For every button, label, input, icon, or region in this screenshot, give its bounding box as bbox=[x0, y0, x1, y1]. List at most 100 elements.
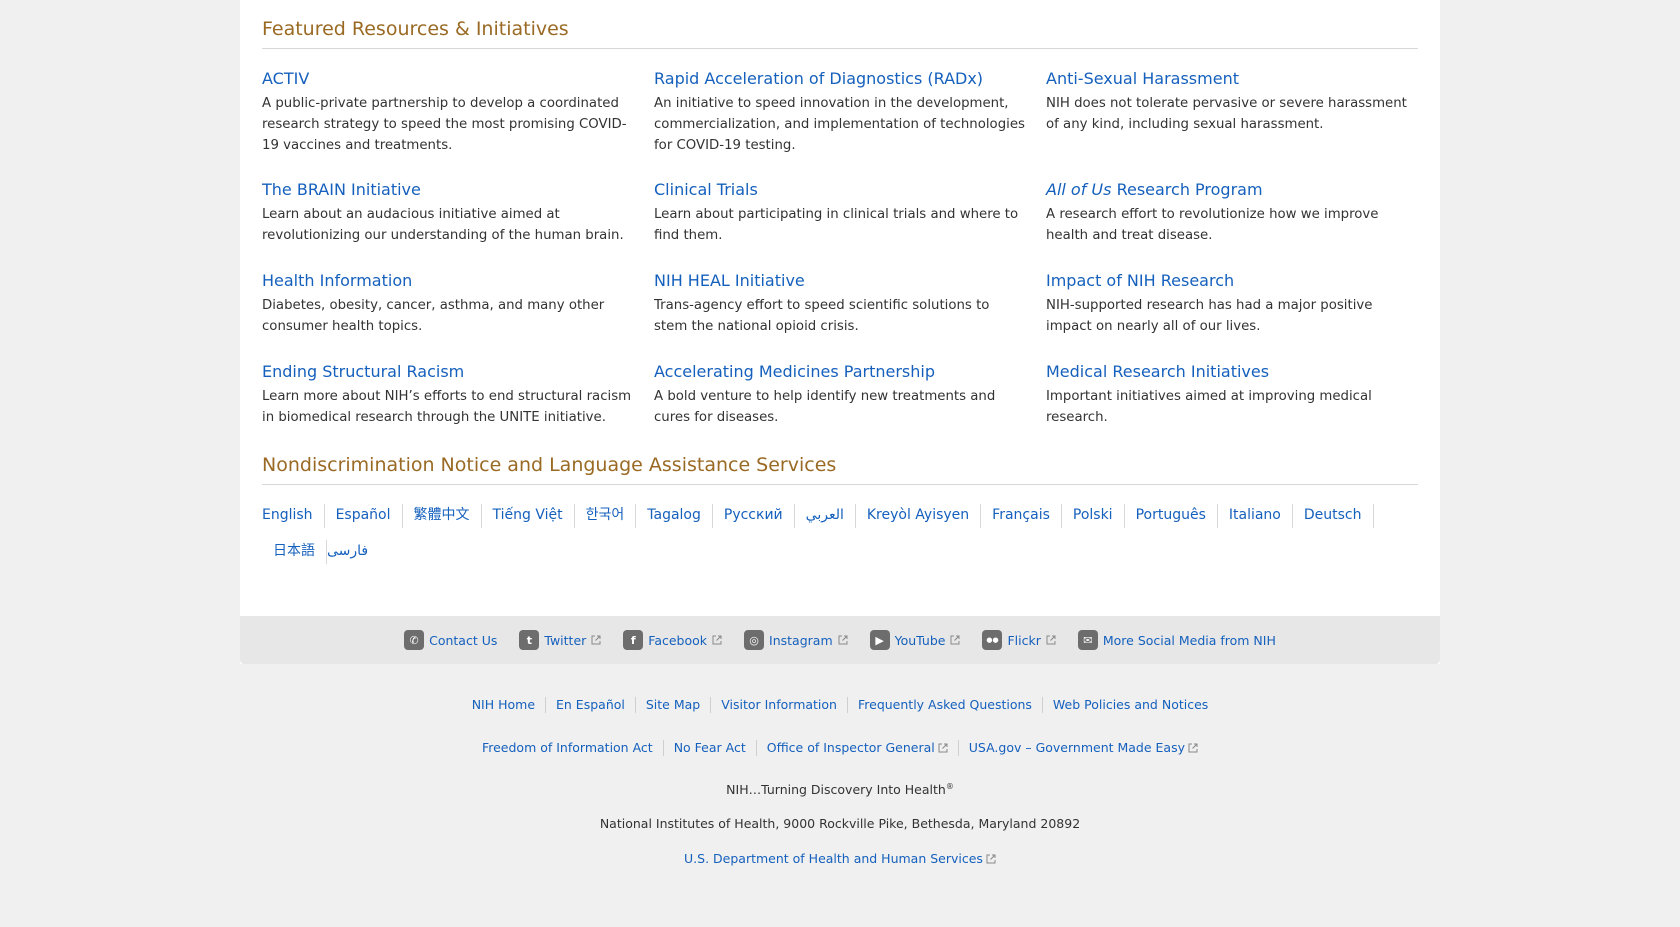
footer-link-en-espanol[interactable]: En Español bbox=[546, 697, 636, 713]
youtube-icon: ▶ bbox=[869, 630, 890, 650]
lang-link-english[interactable]: English bbox=[262, 504, 325, 528]
facebook-label: Facebook bbox=[648, 632, 708, 648]
lang-link-korean[interactable]: 한국어 bbox=[575, 504, 637, 528]
contact-us-link[interactable]: ✆ Contact Us bbox=[404, 630, 497, 650]
external-link-icon bbox=[938, 743, 948, 753]
more-social-media-link[interactable]: ✉ More Social Media from NIH bbox=[1077, 630, 1276, 650]
instagram-icon: ◎ bbox=[744, 630, 765, 650]
registered-mark: ® bbox=[945, 782, 954, 791]
featured-link-activ[interactable]: ACTIV bbox=[262, 68, 634, 90]
featured-desc: A research effort to revolutionize how w… bbox=[1046, 207, 1379, 243]
featured-link-ending-racism[interactable]: Ending Structural Racism bbox=[262, 361, 634, 383]
lang-link-japanese[interactable]: 日本語 bbox=[262, 540, 327, 564]
lang-link-polish[interactable]: Polski bbox=[1062, 504, 1125, 528]
featured-item: Medical Research Initiatives Important i… bbox=[1046, 361, 1418, 428]
facebook-icon: f bbox=[623, 630, 644, 650]
footer-links-secondary: Freedom of Information Act No Fear Act O… bbox=[0, 740, 1680, 756]
featured-link-radx[interactable]: Rapid Acceleration of Diagnostics (RADx) bbox=[654, 68, 1026, 90]
featured-desc: NIH does not tolerate pervasive or sever… bbox=[1046, 96, 1407, 132]
footer-link-web-policies[interactable]: Web Policies and Notices bbox=[1043, 697, 1218, 713]
external-link-icon bbox=[950, 635, 960, 645]
facebook-link[interactable]: f Facebook bbox=[623, 630, 722, 650]
footer-link-hhs[interactable]: U.S. Department of Health and Human Serv… bbox=[674, 851, 1006, 867]
lang-link-haitian-creole[interactable]: Kreyòl Ayisyen bbox=[856, 504, 982, 528]
external-link-icon bbox=[1046, 635, 1056, 645]
lang-link-spanish[interactable]: Español bbox=[325, 504, 403, 528]
lang-link-portuguese[interactable]: Português bbox=[1125, 504, 1218, 528]
footer-link-inspector-general[interactable]: Office of Inspector General bbox=[757, 740, 959, 756]
twitter-link[interactable]: t Twitter bbox=[519, 630, 601, 650]
featured-item: Clinical Trials Learn about participatin… bbox=[654, 179, 1026, 246]
featured-item: Ending Structural Racism Learn more abou… bbox=[262, 361, 634, 428]
footer-link-foia[interactable]: Freedom of Information Act bbox=[472, 740, 664, 756]
flickr-link[interactable]: ●● Flickr bbox=[982, 630, 1056, 650]
youtube-link[interactable]: ▶ YouTube bbox=[869, 630, 961, 650]
instagram-label: Instagram bbox=[769, 632, 833, 648]
contact-us-label: Contact Us bbox=[429, 632, 498, 648]
lang-link-italian[interactable]: Italiano bbox=[1218, 504, 1293, 528]
external-link-icon bbox=[838, 635, 848, 645]
featured-link-heal[interactable]: NIH HEAL Initiative bbox=[654, 270, 1026, 292]
featured-desc: Learn more about NIH’s efforts to end st… bbox=[262, 389, 632, 425]
featured-link-anti-harassment[interactable]: Anti-Sexual Harassment bbox=[1046, 68, 1418, 90]
lang-link-tagalog[interactable]: Tagalog bbox=[636, 504, 713, 528]
featured-heading: Featured Resources & Initiatives bbox=[262, 16, 1418, 49]
phone-icon: ✆ bbox=[404, 630, 425, 650]
lang-link-arabic[interactable]: العربي bbox=[795, 504, 856, 528]
footer-link-usa-gov[interactable]: USA.gov – Government Made Easy bbox=[959, 740, 1208, 756]
external-link-icon bbox=[591, 635, 601, 645]
lang-link-french[interactable]: Français bbox=[981, 504, 1062, 528]
featured-item: ACTIV A public-private partnership to de… bbox=[262, 68, 634, 156]
featured-desc: A bold venture to help identify new trea… bbox=[654, 389, 996, 425]
featured-link-brain[interactable]: The BRAIN Initiative bbox=[262, 179, 634, 201]
all-of-us-rest: Research Program bbox=[1111, 180, 1263, 199]
featured-desc: An initiative to speed innovation in the… bbox=[654, 96, 1025, 153]
language-list: English Español 繁體中文 Tiếng Việt 한국어 Taga… bbox=[262, 504, 1418, 576]
chat-bubbles-icon: ✉ bbox=[1077, 630, 1098, 650]
twitter-icon: t bbox=[519, 630, 540, 650]
lang-link-chinese[interactable]: 繁體中文 bbox=[403, 504, 482, 528]
lang-link-german[interactable]: Deutsch bbox=[1293, 504, 1374, 528]
featured-link-all-of-us[interactable]: All of Us Research Program bbox=[1046, 179, 1418, 201]
featured-desc: Important initiatives aimed at improving… bbox=[1046, 389, 1372, 425]
featured-desc: A public-private partnership to develop … bbox=[262, 96, 627, 153]
twitter-label: Twitter bbox=[544, 632, 587, 648]
instagram-link[interactable]: ◎ Instagram bbox=[744, 630, 848, 650]
footer-link-visitor-information[interactable]: Visitor Information bbox=[711, 697, 848, 713]
footer-address: National Institutes of Health, 9000 Rock… bbox=[599, 816, 1081, 831]
lang-link-vietnamese[interactable]: Tiếng Việt bbox=[482, 504, 575, 528]
featured-desc: NIH-supported research has had a major p… bbox=[1046, 298, 1373, 334]
oig-label: Office of Inspector General bbox=[766, 740, 935, 755]
lang-link-farsi[interactable]: فارسی bbox=[327, 540, 379, 564]
youtube-label: YouTube bbox=[894, 632, 946, 648]
flickr-label: Flickr bbox=[1007, 632, 1041, 648]
external-link-icon bbox=[712, 635, 722, 645]
featured-desc: Diabetes, obesity, cancer, asthma, and m… bbox=[262, 298, 605, 334]
social-bar: ✆ Contact Us t Twitter f Facebook ◎ Inst… bbox=[240, 616, 1440, 664]
featured-item: Accelerating Medicines Partnership A bol… bbox=[654, 361, 1026, 428]
featured-link-impact[interactable]: Impact of NIH Research bbox=[1046, 270, 1418, 292]
featured-link-medical-research[interactable]: Medical Research Initiatives bbox=[1046, 361, 1418, 383]
footer-tagline: NIH…Turning Discovery Into Health® bbox=[726, 782, 954, 797]
content-panel: Featured Resources & Initiatives ACTIV A… bbox=[240, 0, 1440, 664]
footer-link-faq[interactable]: Frequently Asked Questions bbox=[848, 697, 1043, 713]
nondiscrimination-heading: Nondiscrimination Notice and Language As… bbox=[262, 452, 1418, 485]
featured-item: The BRAIN Initiative Learn about an auda… bbox=[262, 179, 634, 246]
featured-item: Anti-Sexual Harassment NIH does not tole… bbox=[1046, 68, 1418, 135]
flickr-icon: ●● bbox=[982, 630, 1003, 650]
no-fear-label: No Fear Act bbox=[673, 740, 746, 755]
footer-link-no-fear-act[interactable]: No Fear Act bbox=[664, 740, 757, 756]
featured-link-clinical-trials[interactable]: Clinical Trials bbox=[654, 179, 1026, 201]
featured-item: All of Us Research Program A research ef… bbox=[1046, 179, 1418, 246]
featured-item: Impact of NIH Research NIH-supported res… bbox=[1046, 270, 1418, 337]
footer-link-site-map[interactable]: Site Map bbox=[636, 697, 712, 713]
lang-link-russian[interactable]: Русский bbox=[713, 504, 795, 528]
featured-item: Rapid Acceleration of Diagnostics (RADx)… bbox=[654, 68, 1026, 156]
hhs-label: U.S. Department of Health and Human Serv… bbox=[684, 851, 983, 866]
featured-link-health-information[interactable]: Health Information bbox=[262, 270, 634, 292]
tagline-text: NIH…Turning Discovery Into Health bbox=[726, 782, 946, 798]
featured-desc: Trans-agency effort to speed scientific … bbox=[654, 298, 990, 334]
footer-tagline-row: NIH…Turning Discovery Into Health® bbox=[0, 782, 1680, 797]
footer-link-nih-home[interactable]: NIH Home bbox=[462, 697, 547, 713]
featured-link-amp[interactable]: Accelerating Medicines Partnership bbox=[654, 361, 1026, 383]
